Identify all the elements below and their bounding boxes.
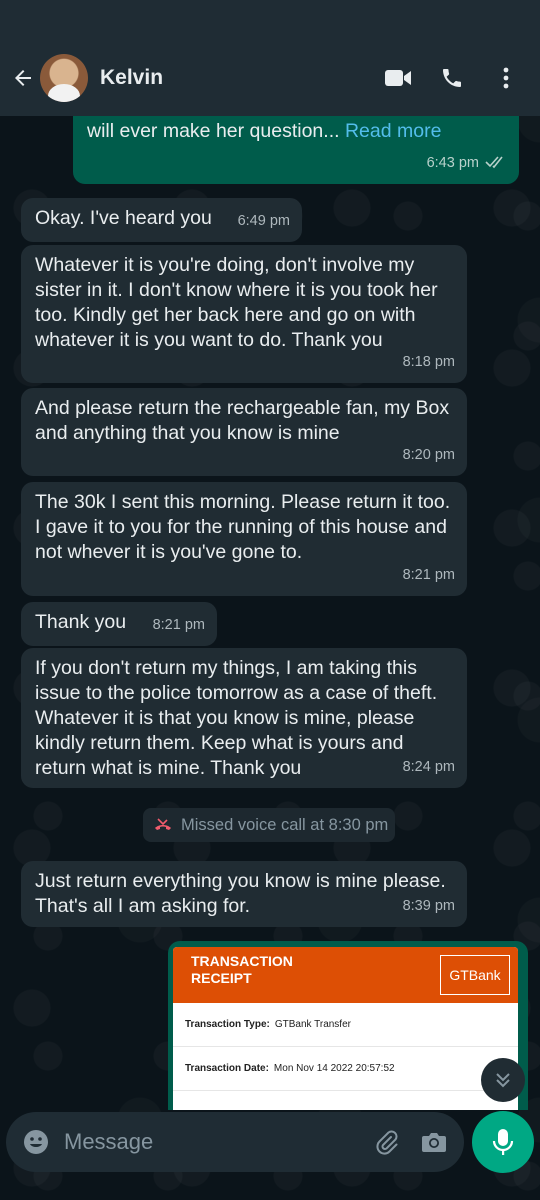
message-time: 8:39 pm xyxy=(402,898,455,914)
receipt-type-label: Transaction Type: xyxy=(185,1019,270,1030)
missed-call-notice[interactable]: Missed voice call at 8:30 pm xyxy=(143,808,395,842)
message-time: 8:24 pm xyxy=(402,759,455,775)
chat-header: Kelvin xyxy=(0,40,540,116)
video-call-icon[interactable] xyxy=(378,58,418,98)
scroll-to-bottom-button[interactable] xyxy=(481,1058,525,1102)
receipt-date-value: Mon Nov 14 2022 20:57:52 xyxy=(273,1063,395,1074)
double-check-icon xyxy=(485,151,507,176)
message-time: 8:21 pm xyxy=(402,567,455,583)
message-text: If you don't return my things, I am taki… xyxy=(35,657,438,779)
avatar[interactable] xyxy=(40,54,88,102)
message-incoming[interactable]: The 30k I sent this morning. Please retu… xyxy=(21,482,467,596)
status-bar xyxy=(0,0,540,40)
receipt-row-date: Transaction Date: Mon Nov 14 2022 20:57:… xyxy=(173,1047,518,1091)
message-time: 8:21 pm xyxy=(152,617,205,633)
read-more-link[interactable]: Read more xyxy=(345,120,441,142)
chat-area[interactable]: self esteem, we should be the last peopl… xyxy=(0,116,540,1110)
message-incoming[interactable]: Whatever it is you're doing, don't invol… xyxy=(21,245,467,383)
voice-record-button[interactable] xyxy=(472,1111,534,1173)
receipt-row-type: Transaction Type: GTBank Transfer xyxy=(173,1003,518,1047)
message-text: The 30k I sent this morning. Please retu… xyxy=(35,491,451,563)
back-arrow-icon[interactable] xyxy=(8,63,38,93)
message-incoming[interactable]: Thank you 8:21 pm xyxy=(21,602,217,646)
message-time: 8:20 pm xyxy=(402,447,455,463)
transaction-receipt-image: TRANSACTION RECEIPT GTBank Transaction T… xyxy=(173,947,518,1110)
chevron-double-down-icon xyxy=(493,1070,513,1090)
message-time: 8:18 pm xyxy=(402,354,455,370)
message-incoming[interactable]: Okay. I've heard you 6:49 pm xyxy=(21,198,302,242)
message-text: And please return the rechargeable fan, … xyxy=(35,397,450,444)
receipt-type-value: GTBank Transfer xyxy=(274,1019,351,1030)
microphone-icon xyxy=(492,1128,514,1156)
message-text: Thank you xyxy=(35,611,127,633)
message-incoming[interactable]: If you don't return my things, I am taki… xyxy=(21,648,467,788)
image-message-outgoing[interactable]: TRANSACTION RECEIPT GTBank Transaction T… xyxy=(168,941,528,1110)
message-time: 6:43 pm xyxy=(426,155,479,171)
missed-call-icon xyxy=(153,817,173,833)
message-text: Okay. I've heard you xyxy=(35,207,212,229)
receipt-title: TRANSACTION RECEIPT xyxy=(191,953,293,986)
emoji-icon[interactable] xyxy=(16,1122,56,1162)
message-text: Whatever it is you're doing, don't invol… xyxy=(35,254,438,351)
attach-icon[interactable] xyxy=(366,1122,406,1162)
more-options-icon[interactable] xyxy=(486,58,526,98)
message-composer xyxy=(6,1112,464,1172)
contact-name[interactable]: Kelvin xyxy=(100,66,378,90)
message-incoming[interactable]: Just return everything you know is mine … xyxy=(21,861,467,927)
camera-icon[interactable] xyxy=(414,1122,454,1162)
missed-call-text: Missed voice call at 8:30 pm xyxy=(181,815,389,834)
bank-logo: GTBank xyxy=(440,955,510,995)
receipt-date-label: Transaction Date: xyxy=(185,1063,269,1074)
receipt-header: TRANSACTION RECEIPT GTBank xyxy=(173,947,518,1003)
message-time: 6:49 pm xyxy=(237,213,290,229)
message-incoming[interactable]: And please return the rechargeable fan, … xyxy=(21,388,467,476)
voice-call-icon[interactable] xyxy=(432,58,472,98)
message-outgoing[interactable]: self esteem, we should be the last peopl… xyxy=(73,116,519,184)
message-text: Just return everything you know is mine … xyxy=(35,870,446,917)
message-input[interactable] xyxy=(64,1129,366,1155)
